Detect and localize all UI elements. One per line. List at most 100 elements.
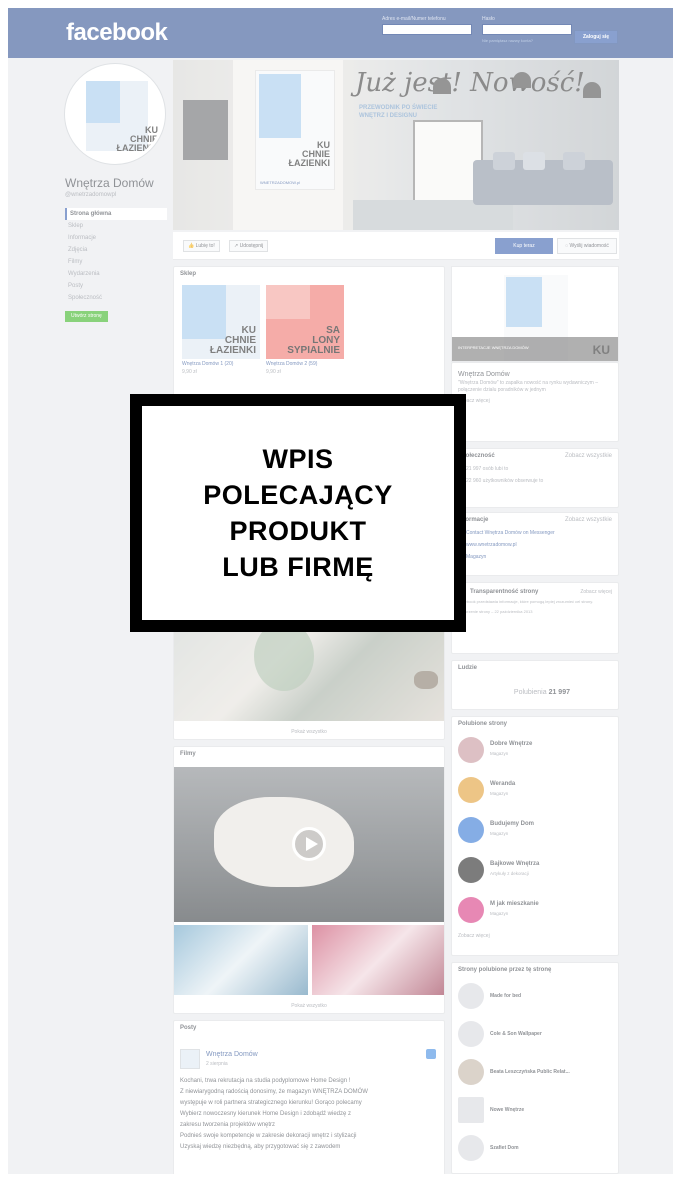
post-author-name[interactable]: Wnętrza Domów — [206, 1051, 258, 1058]
nav-item-community[interactable]: Społeczność — [65, 292, 167, 304]
overlay-line: LUB FIRMĘ — [222, 552, 374, 582]
post-line: Z niewiarygodną radością donosimy, że ma… — [180, 1089, 368, 1095]
liked-page-item[interactable]: Weranda Magazyn — [452, 771, 618, 811]
overlay-line: WPIS — [262, 444, 334, 474]
share-button[interactable]: ↗ Udostępnij — [229, 240, 269, 252]
like-button[interactable]: 👍 Lubię to! — [183, 240, 220, 252]
cover-magazine: KU CHNIE ŁAZIENKI WNETRZADOMOW.pl — [255, 70, 335, 190]
post-body: Kochani, trwa rekrutacja na studia podyp… — [180, 1077, 436, 1154]
community-title: Społeczność Zobacz wszystkie — [458, 453, 612, 459]
website-link[interactable]: www.wnetrzadomow.pl — [452, 539, 618, 551]
page-avatar — [458, 737, 484, 763]
dog-shape — [214, 797, 354, 887]
liked-page-item[interactable]: Bajkowe Wnętrza Artykuły z dekoracji — [452, 851, 618, 891]
dog-shape — [414, 671, 438, 689]
page-avatar — [458, 857, 484, 883]
about-more-link[interactable]: Zobacz więcej — [452, 398, 618, 405]
people-card: Ludzie Polubienia 21 997 — [451, 660, 619, 710]
liked-page-item[interactable]: Cole & Son Wallpaper — [452, 1015, 618, 1053]
shop-item-price: 9,90 zł — [182, 369, 197, 375]
nav-item-photos[interactable]: Zdjęcia — [65, 244, 167, 256]
transparency-see-more[interactable]: Zobacz więcej — [580, 589, 612, 595]
overlay-line: PRODUKT — [229, 516, 367, 546]
community-followers: 22 960 użytkowników obserwuje to — [466, 478, 544, 484]
messenger-contact-link[interactable]: Contact Wnętrza Domów on Messenger — [452, 527, 618, 539]
email-field[interactable] — [382, 24, 472, 35]
videos-see-all-link[interactable]: Pokaż wszystko — [174, 1003, 444, 1009]
featured-book-image[interactable]: INTERPRETACJE WNĘTRZA DOMÓW KU — [451, 266, 619, 362]
caption-overlay-box: WPIS POLECAJĄCY PRODUKT LUB FIRMĘ — [130, 394, 466, 632]
liked-page-item[interactable]: Dobre Wnętrze Magazyn — [452, 731, 618, 771]
page-avatar — [458, 1021, 484, 1047]
post-date[interactable]: 2 sierpnia — [206, 1061, 228, 1067]
shop-item[interactable]: SA LONY SYPIALNIE — [266, 285, 344, 359]
cover-mag-line-3: ŁAZIENKI — [288, 158, 331, 168]
about-description: "Wnętrza Domów" to zapałka nowość na ryn… — [458, 380, 598, 393]
edit-icon[interactable] — [426, 1049, 436, 1059]
avatar-magazine-text: KU CHNIE ŁAZIENKI — [116, 125, 159, 153]
liked-page-item[interactable]: Szafiet Dom — [452, 1129, 618, 1167]
cover-subtitle: PRZEWODNIK PO ŚWIECIE WNĘTRZ I DESIGNU — [359, 105, 438, 119]
liked-page-item[interactable]: Beata Leszczyńska Public Relat... — [452, 1053, 618, 1091]
photos-see-all-link[interactable]: Pokaż wszystko — [174, 729, 444, 735]
liked-page-item[interactable]: Made for bed — [452, 977, 618, 1015]
buy-now-button[interactable]: Kup teraz — [495, 238, 553, 254]
page-avatar — [458, 1135, 484, 1161]
transparency-card: Transparentność strony Zobacz więcej Face… — [451, 582, 619, 654]
liked-page-item[interactable]: Budujemy Dom Magazyn — [452, 811, 618, 851]
nav-item-about[interactable]: Informacje — [65, 232, 167, 244]
info-title: Informacje Zobacz wszystkie — [458, 517, 612, 523]
shop-item-caption[interactable]: Wnętrza Domów 1 (20) — [182, 361, 233, 367]
nav-item-events[interactable]: Wydarzenia — [65, 268, 167, 280]
email-label: Adres e-mail/Numer telefonu — [382, 16, 446, 22]
liked-see-more-link[interactable]: Zobacz więcej — [452, 931, 618, 941]
transparency-text: Facebook przedstawia informacje, które p… — [458, 599, 594, 604]
create-page-button[interactable]: Utwórz stronę — [65, 311, 108, 322]
facebook-logo[interactable]: facebook — [66, 19, 168, 47]
transparency-title: Transparentność strony Zobacz więcej — [470, 589, 612, 595]
videos-title: Filmy — [180, 751, 196, 757]
shop-item[interactable]: KU CHNIE ŁAZIENKI — [182, 285, 260, 359]
community-see-all[interactable]: Zobacz wszystkie — [565, 453, 612, 459]
profile-picture[interactable]: KU CHNIE ŁAZIENKI — [65, 64, 165, 164]
post-line: Podnieś swoje kompetencje w zakresie dek… — [180, 1133, 357, 1139]
page-action-bar: 👍 Lubię to! ↗ Udostępnij Kup teraz ◌ Wyś… — [173, 232, 619, 260]
send-message-button[interactable]: ◌ Wyślij wiadomość — [557, 238, 617, 254]
nav-item-shop[interactable]: Sklep — [65, 220, 167, 232]
post-author-avatar[interactable] — [180, 1049, 200, 1069]
people-title[interactable]: Ludzie — [452, 661, 618, 675]
page-avatar — [458, 897, 484, 923]
video-thumbnail[interactable] — [312, 925, 444, 995]
play-icon[interactable] — [292, 827, 326, 861]
nav-item-posts[interactable]: Posty — [65, 280, 167, 292]
liked-page-item[interactable]: Nowe Wnętrze — [452, 1091, 618, 1129]
login-button[interactable]: Zaloguj się — [574, 30, 618, 44]
video-player[interactable] — [174, 767, 444, 922]
page-navigation: Strona główna Sklep Informacje Zdjęcia F… — [65, 208, 167, 304]
category-link[interactable]: Magazyn — [452, 551, 618, 563]
page-name[interactable]: Wnętrza Domów — [65, 176, 167, 190]
forgot-account-link[interactable]: Nie pamiętasz nazwy konta? — [482, 38, 572, 43]
video-thumbnail[interactable] — [174, 925, 308, 995]
cover-mag-site: WNETRZADOMOW.pl — [260, 180, 300, 185]
nav-item-home[interactable]: Strona główna — [65, 208, 167, 220]
page-avatar — [458, 1059, 484, 1085]
liked-pages-title: Polubione strony — [458, 721, 508, 727]
info-see-all[interactable]: Zobacz wszystkie — [565, 517, 612, 523]
nav-item-videos[interactable]: Filmy — [65, 256, 167, 268]
about-name: Wnętrza Domów — [458, 371, 510, 378]
cover-photo[interactable]: KU CHNIE ŁAZIENKI WNETRZADOMOW.pl Już je… — [173, 60, 619, 230]
page-avatar — [458, 777, 484, 803]
password-field[interactable] — [482, 24, 572, 35]
liked-page-item[interactable]: M jak mieszkanie Magazyn — [452, 891, 618, 931]
liked-pages-card: Polubione strony Dobre Wnętrze Magazyn We… — [451, 716, 619, 956]
shop-item-caption[interactable]: Wnętrza Domów 2 (59) — [266, 361, 317, 367]
post-line: zakresu tworzenia projektów wnętrz — [180, 1122, 276, 1128]
password-label: Hasło — [482, 16, 495, 22]
shop-title: Sklep — [180, 271, 197, 277]
community-likes: 21 997 osób lubi to — [466, 466, 509, 472]
thumbs-up-icon: 👍 — [188, 243, 196, 249]
lamp-shape — [513, 72, 531, 88]
info-card: Informacje Zobacz wszystkie Contact Wnętr… — [451, 512, 619, 576]
post-line: Uzyskaj wiedzę niezbędną, aby przygotowa… — [180, 1144, 341, 1150]
